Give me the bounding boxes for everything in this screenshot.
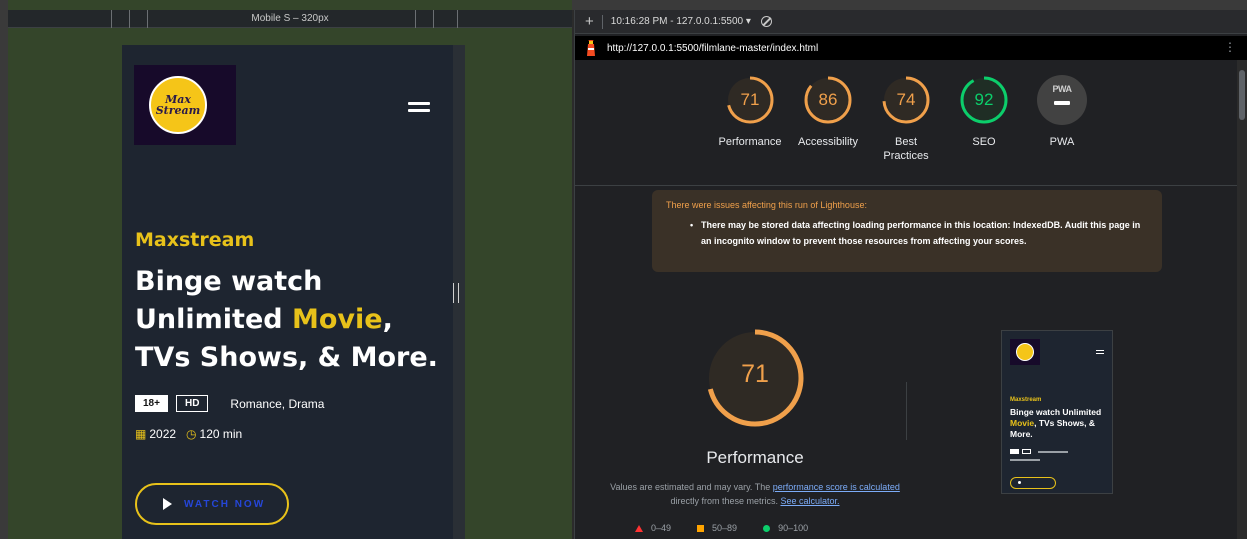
genres: Romance, Drama bbox=[230, 396, 325, 411]
legend-average: 50–89 bbox=[697, 523, 737, 533]
square-icon bbox=[697, 524, 705, 532]
gauge-score: 71 bbox=[740, 90, 760, 109]
performance-note: Values are estimated and may vary. The p… bbox=[605, 480, 905, 508]
gauge-score: 74 bbox=[896, 90, 916, 109]
legend-range: 0–49 bbox=[651, 523, 672, 533]
release-year: ▦ 2022 bbox=[135, 427, 176, 441]
note-text: Values are estimated and may vary. The bbox=[610, 482, 773, 492]
report-url: http://127.0.0.1:5500/filmlane-master/in… bbox=[607, 42, 819, 54]
gauge-best-practices[interactable]: 74 Best Practices bbox=[866, 75, 946, 163]
gauge-score: 86 bbox=[818, 90, 838, 109]
gauge-ring: 86 bbox=[803, 75, 853, 125]
warning-text: There may be stored data affecting loadi… bbox=[701, 220, 1141, 246]
gauge-ring: 74 bbox=[881, 75, 931, 125]
play-icon bbox=[163, 498, 172, 510]
run-warnings: There were issues affecting this run of … bbox=[652, 190, 1162, 272]
headline-highlight: Movie bbox=[292, 304, 383, 335]
lighthouse-logo-icon bbox=[585, 39, 597, 56]
triangle-icon bbox=[635, 524, 643, 532]
thumb-logo-badge bbox=[1016, 343, 1034, 361]
legend-range: 90–100 bbox=[778, 523, 809, 533]
report-scrollbar[interactable] bbox=[1237, 60, 1247, 539]
performance-gauge-large: 71 bbox=[705, 328, 805, 428]
gauge-label: Accessibility bbox=[798, 136, 858, 148]
vertical-separator bbox=[906, 382, 907, 440]
logo-line-2: Stream bbox=[155, 104, 201, 117]
lighthouse-panel: + 10:16:28 PM - 127.0.0.1:5500 ▾ http://… bbox=[574, 10, 1247, 539]
section-divider bbox=[575, 185, 1238, 186]
hero-headline: Binge watch Unlimited Movie, TVs Shows, … bbox=[135, 263, 455, 377]
performance-title: Performance bbox=[706, 448, 804, 467]
thumb-headline: Binge watch Unlimited Movie, TVs Shows, … bbox=[1010, 407, 1110, 440]
gauge-label: Performance bbox=[718, 136, 782, 148]
hero-meta: ▦ 2022 ◷ 120 min bbox=[135, 427, 242, 441]
bullet: • bbox=[690, 220, 694, 230]
device-viewport: Max Stream Maxstream Binge watch Unlimit… bbox=[122, 45, 465, 539]
device-size-label: Mobile S – 320px bbox=[251, 13, 329, 24]
scrollbar-thumb[interactable] bbox=[1239, 70, 1245, 120]
thumb-headline-highlight: Movie bbox=[1010, 418, 1035, 428]
gauge-score: 92 bbox=[974, 90, 994, 109]
logo-badge: Max Stream bbox=[149, 76, 207, 134]
see-calculator-link[interactable]: See calculator. bbox=[780, 496, 839, 506]
performance-score-large: 71 bbox=[741, 360, 769, 388]
gauge-label: PWA bbox=[1049, 136, 1075, 148]
report-selector[interactable]: 10:16:28 PM - 127.0.0.1:5500 ▾ bbox=[611, 16, 751, 27]
gauge-performance[interactable]: 71 Performance bbox=[710, 75, 790, 149]
more-options-icon[interactable]: ⋮ bbox=[1224, 40, 1236, 54]
clock-icon: ◷ bbox=[186, 427, 197, 441]
note-text: directly from these metrics. bbox=[670, 496, 781, 506]
gauge-label: Best Practices bbox=[883, 136, 929, 162]
lighthouse-toolbar: + 10:16:28 PM - 127.0.0.1:5500 ▾ bbox=[575, 10, 1247, 34]
gauge-label: SEO bbox=[972, 136, 996, 148]
watch-now-label: WATCH NOW bbox=[184, 498, 266, 510]
pwa-badge-text: PWA bbox=[1052, 84, 1072, 94]
score-legend: 0–49 50–89 90–100 bbox=[635, 523, 808, 533]
calendar-icon: ▦ bbox=[135, 427, 147, 441]
circle-icon bbox=[763, 524, 771, 532]
duration-text: 120 min bbox=[199, 427, 243, 441]
thumb-badges bbox=[1010, 449, 1068, 454]
legend-fail: 0–49 bbox=[635, 523, 671, 533]
new-report-plus-icon[interactable]: + bbox=[585, 13, 594, 30]
gauge-accessibility[interactable]: 86 Accessibility bbox=[788, 75, 868, 149]
quality-badge: HD bbox=[175, 395, 209, 412]
pwa-badge: PWA bbox=[1037, 75, 1087, 125]
thumb-logo bbox=[1010, 339, 1040, 365]
performance-score-link[interactable]: performance score is calculated bbox=[773, 482, 900, 492]
report-url-bar: http://127.0.0.1:5500/filmlane-master/in… bbox=[575, 36, 1247, 60]
gauge-pwa[interactable]: PWA PWA bbox=[1022, 75, 1102, 149]
page-screenshot-thumbnail[interactable]: Maxstream Binge watch Unlimited Movie, T… bbox=[1001, 330, 1113, 494]
device-emulation-pane: Mobile S – 320px Max Stream Maxstream Bi… bbox=[0, 0, 572, 539]
left-edge bbox=[0, 0, 8, 539]
thumb-headline-part-1: Binge watch Unlimited bbox=[1010, 407, 1102, 417]
runtime: ◷ 120 min bbox=[186, 427, 242, 441]
lighthouse-report: 71 Performance 86 Accessibility 74 Best … bbox=[575, 60, 1238, 539]
age-badge: 18+ bbox=[135, 395, 168, 412]
device-resize-handle[interactable] bbox=[453, 283, 459, 303]
media-query-ruler[interactable]: Mobile S – 320px bbox=[8, 10, 572, 28]
score-gauges: 71 Performance 86 Accessibility 74 Best … bbox=[710, 75, 1110, 185]
thumb-meta bbox=[1010, 459, 1040, 461]
gauge-seo[interactable]: 92 SEO bbox=[944, 75, 1024, 149]
site-logo[interactable]: Max Stream bbox=[134, 65, 236, 145]
legend-range: 50–89 bbox=[712, 523, 738, 533]
thumb-watch-button bbox=[1010, 477, 1056, 489]
gauge-ring: 92 bbox=[959, 75, 1009, 125]
pwa-dash-icon bbox=[1054, 101, 1070, 105]
thumb-brand: Maxstream bbox=[1010, 397, 1042, 403]
clear-reports-icon[interactable] bbox=[760, 16, 772, 27]
warning-title: There were issues affecting this run of … bbox=[666, 200, 867, 210]
hero-brand: Maxstream bbox=[135, 229, 255, 251]
watch-now-button[interactable]: WATCH NOW bbox=[135, 483, 289, 525]
hamburger-menu-icon[interactable] bbox=[408, 102, 430, 112]
thumb-hamburger-icon bbox=[1096, 350, 1104, 354]
hero-badges: 18+ HD Romance, Drama bbox=[135, 395, 324, 412]
toolbar-separator bbox=[601, 14, 603, 29]
warning-item: • There may be stored data affecting loa… bbox=[666, 217, 1148, 249]
year-text: 2022 bbox=[149, 427, 177, 441]
gauge-ring: 71 bbox=[725, 75, 775, 125]
legend-pass: 90–100 bbox=[763, 523, 808, 533]
